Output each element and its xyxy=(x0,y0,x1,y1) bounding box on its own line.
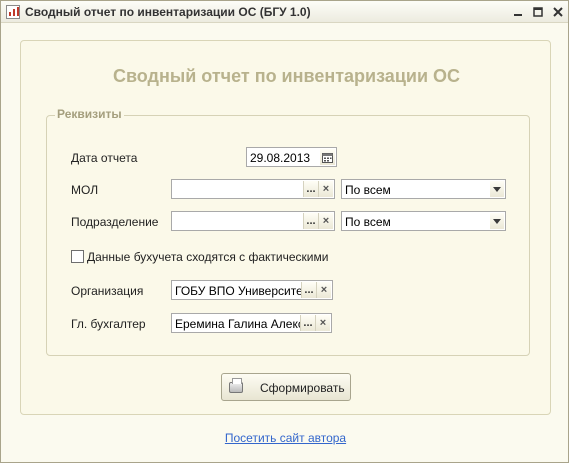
requisites-group: Реквизиты Дата отчета 29.08.2013 МОЛ ...… xyxy=(46,107,530,356)
organization-value: ГОБУ ВПО Университет xyxy=(175,284,303,298)
organization-select-button[interactable]: ... xyxy=(301,282,316,298)
mol-field[interactable]: ... × xyxy=(171,179,335,199)
calendar-icon[interactable] xyxy=(320,149,335,165)
mol-label: МОЛ xyxy=(71,183,99,197)
maximize-icon[interactable] xyxy=(528,2,548,22)
organization-field[interactable]: ГОБУ ВПО Университет ... × xyxy=(171,280,333,300)
chevron-down-icon[interactable] xyxy=(490,181,504,197)
department-filter-value: По всем xyxy=(345,215,391,229)
chief-accountant-value: Еремина Галина Алексан xyxy=(175,317,302,331)
mol-filter-value: По всем xyxy=(345,183,391,197)
organization-label: Организация xyxy=(71,284,144,298)
app-chart-icon xyxy=(6,5,20,19)
mol-filter-select[interactable]: По всем xyxy=(341,179,506,199)
department-select-button[interactable]: ... xyxy=(303,213,318,229)
author-site-link[interactable]: Посетить сайт автора xyxy=(1,431,569,445)
window-title: Сводный отчет по инвентаризации ОС (БГУ … xyxy=(25,5,311,19)
report-panel: Сводный отчет по инвентаризации ОС Рекви… xyxy=(20,40,551,415)
generate-button[interactable]: Сформировать xyxy=(221,373,351,401)
report-date-field[interactable]: 29.08.2013 xyxy=(246,147,337,167)
report-window: Сводный отчет по инвентаризации ОС (БГУ … xyxy=(0,0,569,463)
requisites-group-label: Реквизиты xyxy=(55,107,124,121)
chief-accountant-clear-icon[interactable]: × xyxy=(315,315,330,331)
chief-accountant-label: Гл. бухгалтер xyxy=(71,317,146,331)
department-field[interactable]: ... × xyxy=(171,211,335,231)
chief-accountant-field[interactable]: Еремина Галина Алексан ... × xyxy=(171,313,332,333)
printer-icon xyxy=(229,378,243,393)
generate-button-label: Сформировать xyxy=(260,381,345,395)
chief-accountant-select-button[interactable]: ... xyxy=(300,315,315,331)
department-label: Подразделение xyxy=(71,215,159,229)
report-date-label: Дата отчета xyxy=(71,151,138,165)
mol-select-button[interactable]: ... xyxy=(303,181,318,197)
minimize-icon[interactable] xyxy=(508,2,528,22)
match-checkbox[interactable] xyxy=(71,250,84,263)
report-date-value: 29.08.2013 xyxy=(250,151,311,165)
title-bar[interactable]: Сводный отчет по инвентаризации ОС (БГУ … xyxy=(1,1,568,23)
mol-clear-icon[interactable]: × xyxy=(318,181,333,197)
chevron-down-icon[interactable] xyxy=(490,213,504,229)
department-filter-select[interactable]: По всем xyxy=(341,211,506,231)
organization-clear-icon[interactable]: × xyxy=(316,282,331,298)
match-checkbox-label[interactable]: Данные бухучета сходятся с фактическими xyxy=(87,250,328,264)
report-title: Сводный отчет по инвентаризации ОС xyxy=(112,66,461,86)
close-icon[interactable] xyxy=(548,2,568,22)
department-clear-icon[interactable]: × xyxy=(318,213,333,229)
